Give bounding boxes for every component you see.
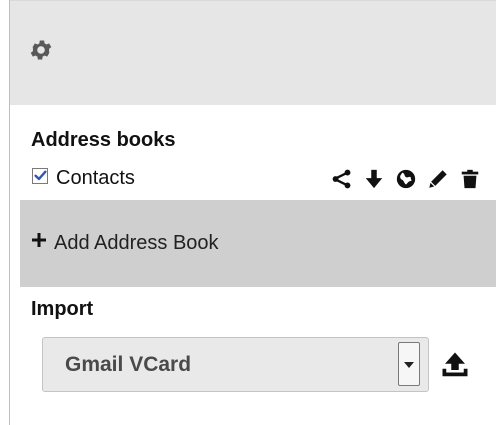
trash-icon[interactable] [458, 167, 482, 191]
add-address-book-button[interactable]: Add Address Book [20, 200, 496, 287]
globe-icon[interactable] [394, 167, 418, 191]
address-books-heading: Address books [31, 129, 176, 151]
pencil-icon[interactable] [426, 167, 450, 191]
address-book-label: Contacts [56, 167, 135, 189]
gear-icon[interactable] [28, 37, 54, 63]
address-book-row-contacts: Contacts [30, 164, 490, 196]
address-book-actions [322, 166, 482, 192]
contacts-settings-panel: Address books Contacts Add Address Book … [10, 0, 496, 425]
chevron-down-icon[interactable] [398, 342, 420, 386]
download-icon[interactable] [362, 167, 386, 191]
contacts-checkbox[interactable] [32, 168, 48, 184]
settings-header [10, 0, 496, 105]
add-address-book-label: Add Address Book [54, 232, 219, 254]
sidebar-divider [0, 0, 10, 425]
import-format-value: Gmail VCard [65, 353, 192, 376]
import-format-select[interactable]: Gmail VCard [42, 337, 429, 392]
upload-icon[interactable] [440, 350, 470, 380]
import-heading: Import [31, 298, 94, 320]
share-icon[interactable] [330, 167, 354, 191]
plus-icon [30, 231, 48, 254]
